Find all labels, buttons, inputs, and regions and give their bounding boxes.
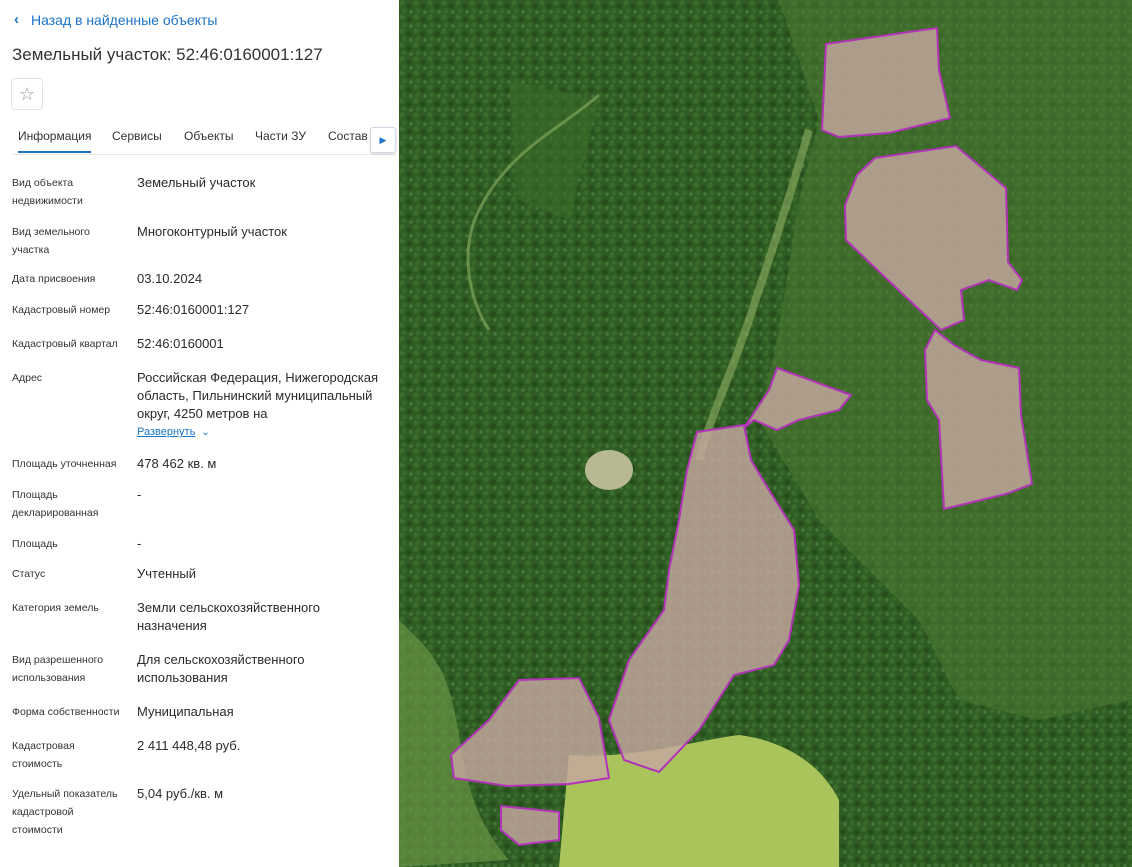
- row-value: 478 462 кв. м: [137, 456, 217, 471]
- tab-objects[interactable]: Объекты: [184, 129, 234, 143]
- row-label: Адрес: [12, 372, 43, 384]
- row-value: 03.10.2024: [137, 271, 203, 286]
- row-label: Дата присвоения: [12, 273, 96, 285]
- satellite-map[interactable]: [399, 0, 1132, 867]
- back-link-label: Назад в найденные объекты: [31, 11, 218, 28]
- row-label: Удельный показатель кадастровой стоимост…: [12, 788, 118, 836]
- row-value: Земельный участок: [137, 175, 256, 190]
- row-label: Кадастровый номер: [12, 304, 111, 316]
- row-label: Кадастровый квартал: [12, 338, 118, 350]
- row-label: Площадь декларированная: [12, 489, 99, 519]
- favorite-button[interactable]: ☆: [11, 78, 43, 110]
- row-value: -: [137, 487, 142, 502]
- row-value: 52:46:0160001: [137, 336, 224, 351]
- expand-label: Развернуть: [137, 426, 196, 438]
- row-label: Площадь: [12, 538, 58, 550]
- page-title: Земельный участок: 52:46:0160001:127: [12, 45, 323, 64]
- row-value: Многоконтурный участок: [137, 224, 287, 239]
- parcel-contour-1[interactable]: [820, 26, 952, 139]
- row-label: Статус: [12, 568, 46, 580]
- info-panel: ‹ Назад в найденные объекты Земельный уч…: [0, 0, 399, 867]
- chevron-left-icon: ‹: [14, 11, 19, 28]
- expand-address-link[interactable]: Развернуть ⌄: [137, 426, 210, 438]
- tab-parts[interactable]: Части ЗУ: [255, 129, 306, 143]
- tab-bar: Информация Сервисы Объекты Части ЗУ Сост…: [12, 125, 396, 155]
- star-outline-icon: ☆: [18, 83, 36, 104]
- row-value: Земли сельскохозяйственного назначения: [137, 600, 320, 633]
- map-view[interactable]: [399, 0, 1132, 867]
- row-label: Площадь уточненная: [12, 458, 117, 470]
- row-value: Для сельскохозяйственного использования: [137, 652, 305, 685]
- pond: [585, 450, 633, 490]
- tabs-scroll-right-button[interactable]: ▶: [370, 127, 396, 153]
- row-value: 52:46:0160001:127: [137, 302, 250, 317]
- row-label: Вид объекта недвижимости: [12, 177, 83, 207]
- tab-information[interactable]: Информация: [18, 129, 92, 153]
- row-value: Учтенный: [137, 566, 197, 581]
- row-value: -: [137, 536, 142, 551]
- row-label: Вид разрешенного использования: [12, 654, 104, 684]
- row-value: 5,04 руб./кв. м: [137, 786, 224, 801]
- arrow-right-icon: ▶: [379, 134, 387, 145]
- row-label: Вид земельного участка: [12, 226, 90, 256]
- chevron-down-icon: ⌄: [201, 427, 210, 438]
- tab-composition[interactable]: Состав: [328, 129, 368, 143]
- address-value: Российская Федерация, Нижегородская обла…: [137, 370, 379, 421]
- tab-services[interactable]: Сервисы: [112, 129, 162, 143]
- row-value: 2 411 448,48 руб.: [137, 738, 241, 753]
- row-label: Форма собственности: [12, 706, 120, 718]
- row-value: Муниципальная: [137, 704, 234, 719]
- back-link[interactable]: ‹ Назад в найденные объекты: [14, 11, 217, 28]
- row-label: Категория земель: [12, 602, 99, 614]
- row-label: Кадастровая стоимость: [12, 740, 75, 770]
